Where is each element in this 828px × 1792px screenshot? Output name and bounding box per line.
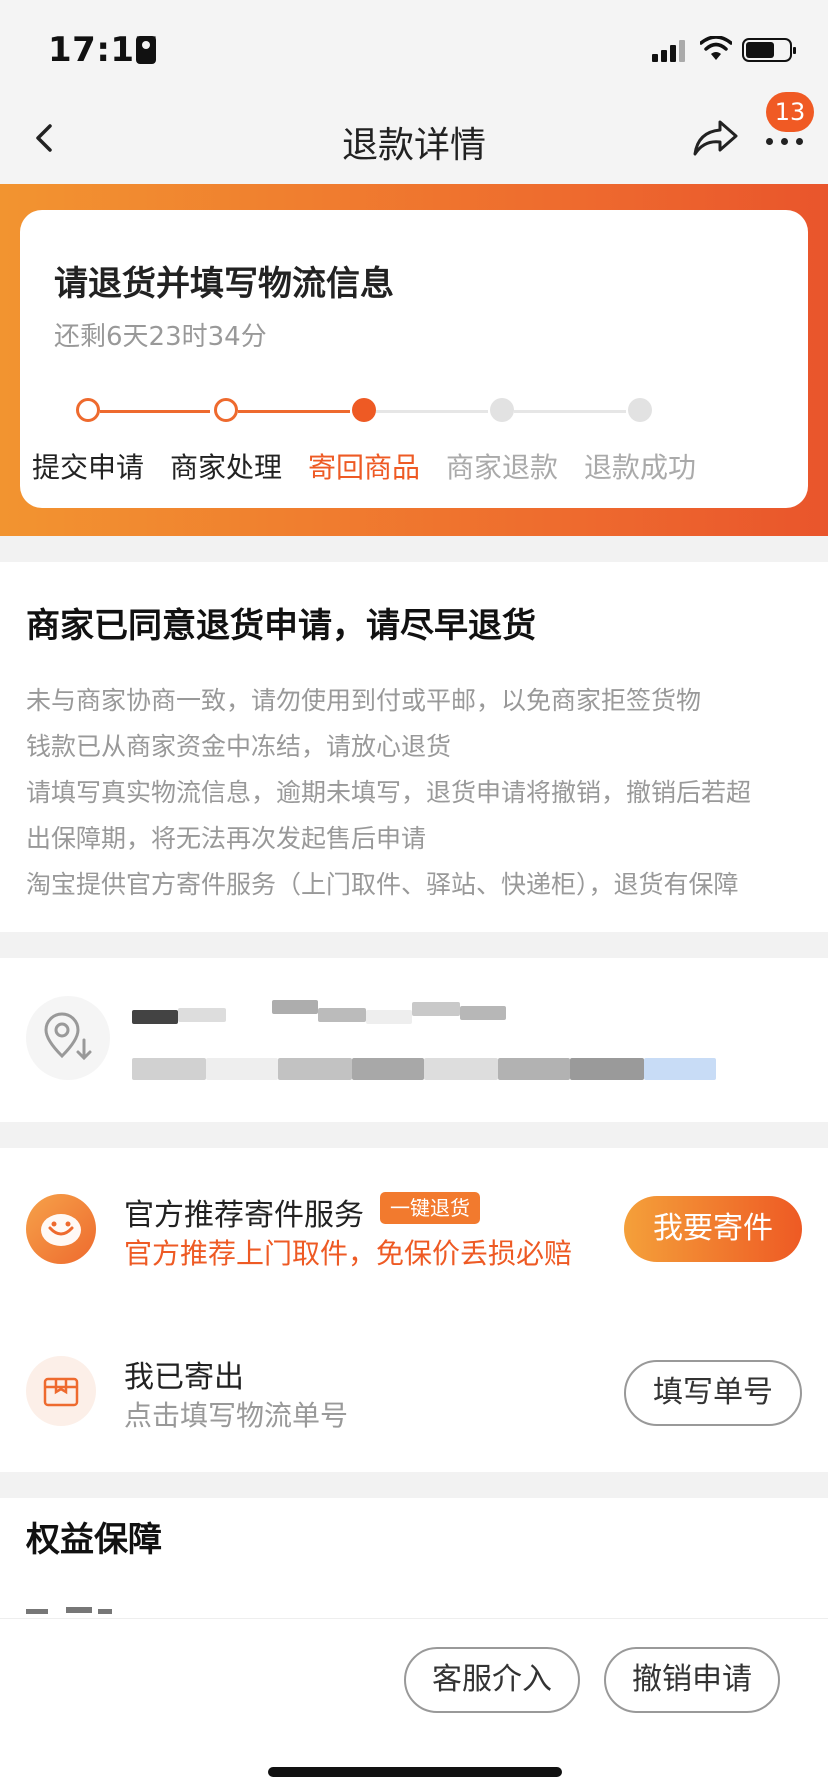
already-sent-title: 我已寄出 bbox=[124, 1360, 244, 1395]
customer-service-button[interactable]: 客服介入 bbox=[404, 1647, 580, 1713]
service-title: 官方推荐寄件服务 bbox=[124, 1198, 364, 1233]
bottom-action-bar: 客服介入 撤销申请 bbox=[0, 1618, 828, 1792]
return-address-card[interactable] bbox=[0, 958, 828, 1122]
status-bar: 17:17 bbox=[0, 0, 828, 96]
location-pin-icon bbox=[26, 996, 110, 1080]
person-icon bbox=[136, 36, 156, 64]
notice-line: 出保障期，将无法再次发起售后申请 bbox=[26, 824, 427, 853]
service-description: 官方推荐上门取件，免保价丢损必赔 bbox=[124, 1237, 573, 1270]
fill-tracking-button[interactable]: 填写单号 bbox=[624, 1360, 802, 1426]
step-connector bbox=[238, 410, 350, 413]
wifi-icon bbox=[700, 36, 732, 60]
ship-button[interactable]: 我要寄件 bbox=[624, 1196, 802, 1262]
step-label: 提交申请 bbox=[31, 451, 144, 484]
step-label: 退款成功 bbox=[583, 451, 696, 484]
step-label: 商家处理 bbox=[169, 451, 282, 484]
step-dot-done bbox=[76, 398, 100, 422]
countdown-text: 还剩6天23时34分 bbox=[54, 322, 267, 352]
step-dot-todo bbox=[490, 398, 514, 422]
home-indicator bbox=[268, 1767, 562, 1777]
tracking-number-hint[interactable]: 点击填写物流单号 bbox=[124, 1394, 348, 1434]
step-label: 寄回商品 bbox=[307, 451, 420, 484]
battery-icon bbox=[742, 38, 796, 62]
step-connector bbox=[376, 410, 488, 413]
cellular-signal-icon bbox=[652, 38, 692, 62]
return-notice: 商家已同意退货申请，请尽早退货 未与商家协商一致，请勿使用到付或平邮，以免商家拒… bbox=[0, 562, 828, 932]
notice-line: 未与商家协商一致，请勿使用到付或平邮，以免商家拒签货物 bbox=[26, 686, 702, 715]
progress-title: 请退货并填写物流信息 bbox=[54, 264, 394, 304]
notification-badge: 13 bbox=[766, 92, 814, 132]
one-click-return-tag: 一键退货 bbox=[380, 1192, 480, 1224]
step-connector bbox=[100, 410, 210, 413]
step-connector bbox=[514, 410, 626, 413]
mascot-icon bbox=[26, 1194, 96, 1264]
notice-line: 淘宝提供官方寄件服务（上门取件、驿站、快递柜），退货有保障 bbox=[26, 870, 739, 899]
refund-status-banner: 请退货并填写物流信息 还剩6天23时34分 提交申请 商家处理 寄回商品 商家退… bbox=[0, 184, 828, 536]
step-dot-current bbox=[352, 398, 376, 422]
rights-section: 权益保障 bbox=[0, 1498, 828, 1618]
notice-title: 商家已同意退货申请，请尽早退货 bbox=[26, 606, 536, 646]
rights-content-peek bbox=[26, 1604, 116, 1614]
step-dot-todo bbox=[628, 398, 652, 422]
notice-line: 请填写真实物流信息，逾期未填写，退货申请将撤销，撤销后若超 bbox=[26, 778, 752, 807]
shipping-options: 官方推荐寄件服务 一键退货 官方推荐上门取件，免保价丢损必赔 我要寄件 我已寄出… bbox=[0, 1148, 828, 1472]
step-dot-done bbox=[214, 398, 238, 422]
notice-line: 钱款已从商家资金中冻结，请放心退货 bbox=[26, 732, 452, 761]
step-label: 商家退款 bbox=[445, 451, 558, 484]
progress-card: 请退货并填写物流信息 还剩6天23时34分 提交申请 商家处理 寄回商品 商家退… bbox=[20, 210, 808, 508]
notice-lines: 未与商家协商一致，请勿使用到付或平邮，以免商家拒签货物 钱款已从商家资金中冻结，… bbox=[26, 678, 806, 908]
package-icon bbox=[26, 1356, 96, 1426]
cancel-request-button[interactable]: 撤销申请 bbox=[604, 1647, 780, 1713]
rights-title: 权益保障 bbox=[26, 1520, 162, 1560]
nav-bar: 退款详情 13 bbox=[0, 92, 828, 184]
share-icon[interactable] bbox=[690, 114, 740, 160]
